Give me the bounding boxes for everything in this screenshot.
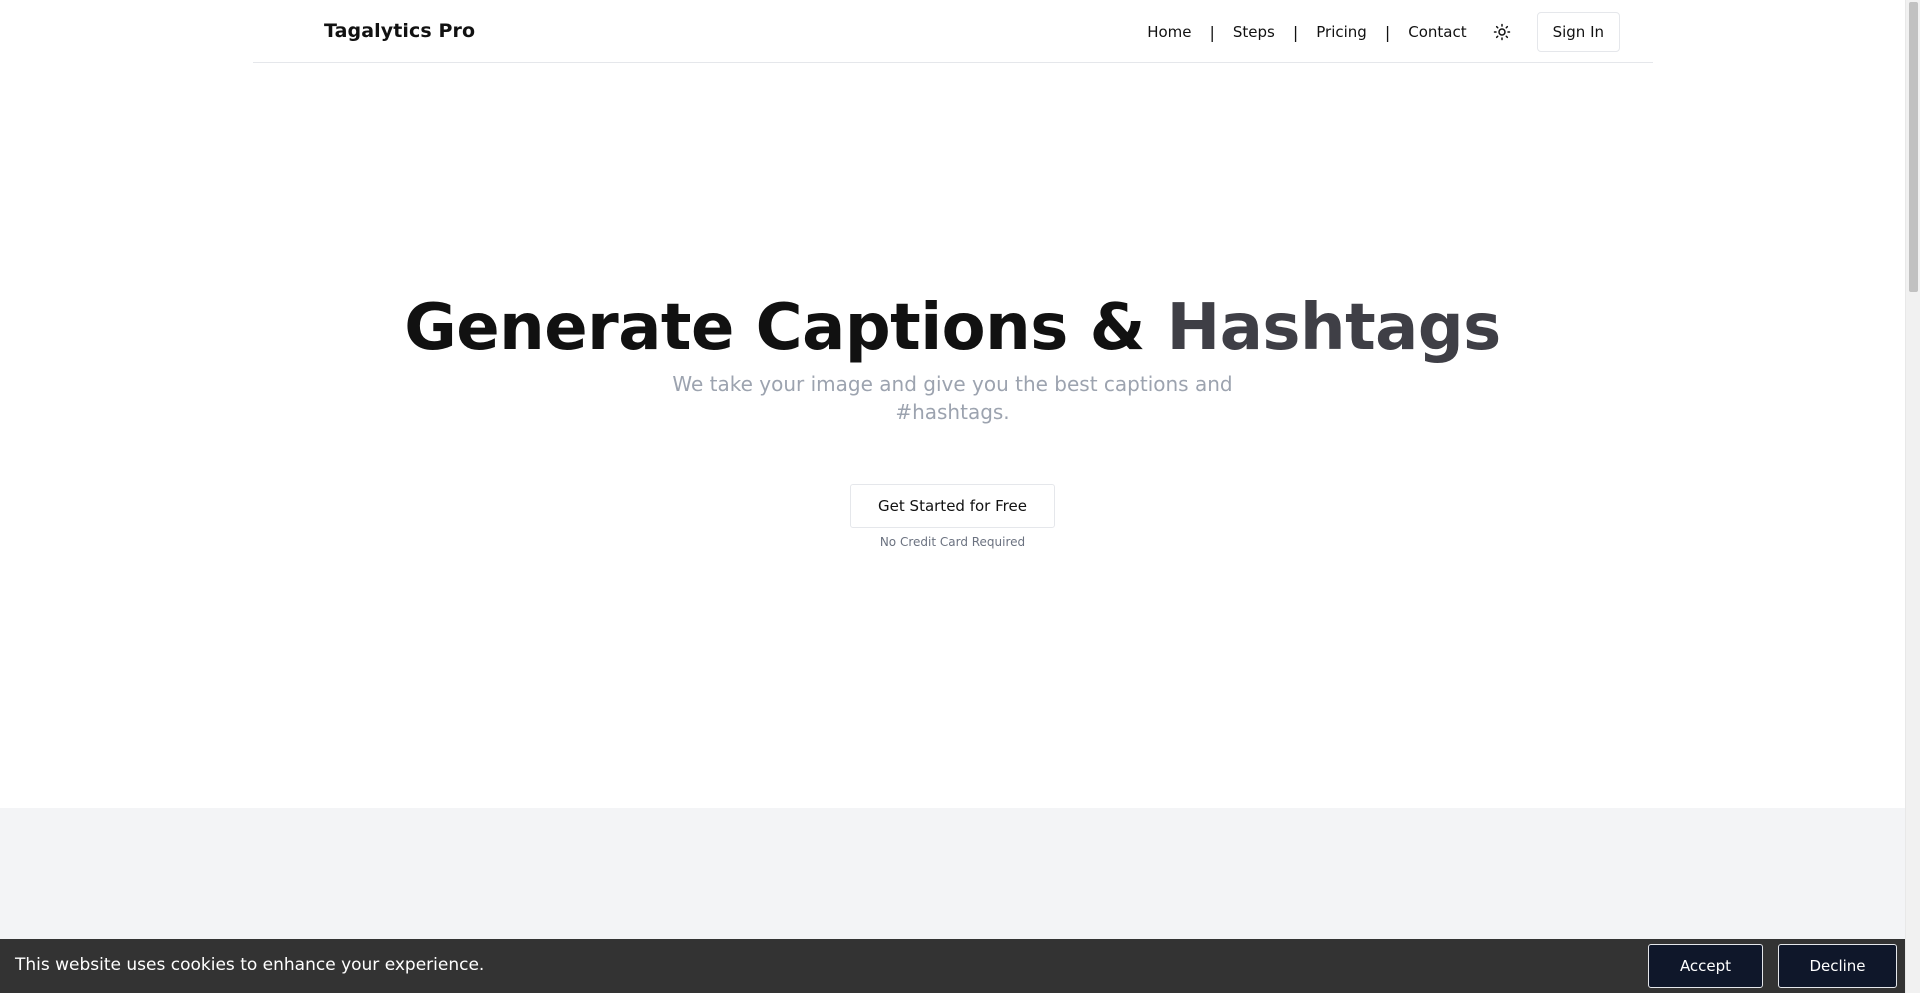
- hero-section: Generate Captions & Hashtags We take you…: [0, 64, 1905, 808]
- no-credit-card-note: No Credit Card Required: [879, 535, 1026, 549]
- sun-icon: [1493, 23, 1510, 41]
- theme-toggle-button[interactable]: [1491, 21, 1513, 43]
- nav-separator: |: [1384, 22, 1391, 42]
- nav-separator: |: [1209, 22, 1215, 42]
- cookie-accept-button[interactable]: Accept: [1648, 944, 1763, 988]
- hero-subtitle: We take your image and give you the best…: [672, 372, 1233, 424]
- nav-pricing[interactable]: Pricing: [1316, 23, 1367, 41]
- brand-logo-text[interactable]: Tagalytics Pro: [324, 20, 475, 42]
- hero-title: Generate Captions & Hashtags: [0, 288, 1905, 368]
- get-started-button[interactable]: Get Started for Free: [850, 484, 1055, 528]
- scrollbar-thumb[interactable]: [1909, 2, 1918, 292]
- cookie-banner: This website uses cookies to enhance you…: [0, 939, 1905, 993]
- site-header: Tagalytics Pro Home | Steps | Pricing | …: [253, 0, 1653, 63]
- hero-title-main: Generate Captions &: [404, 291, 1167, 365]
- sign-in-button[interactable]: Sign In: [1536, 12, 1620, 52]
- cookie-message: This website uses cookies to enhance you…: [15, 955, 485, 975]
- nav-contact[interactable]: Contact: [1408, 23, 1466, 41]
- browser-viewport: Tagalytics Pro Home | Steps | Pricing | …: [0, 0, 1920, 993]
- main-nav: Home | Steps | Pricing | Contact Sign In: [1147, 12, 1620, 52]
- cookie-decline-button[interactable]: Decline: [1778, 944, 1897, 988]
- nav-steps[interactable]: Steps: [1233, 23, 1275, 41]
- vertical-scrollbar[interactable]: [1905, 0, 1920, 993]
- nav-home[interactable]: Home: [1147, 23, 1191, 41]
- hero-title-accent: Hashtags: [1166, 291, 1502, 365]
- landing-page: Tagalytics Pro Home | Steps | Pricing | …: [0, 0, 1905, 993]
- nav-separator: |: [1292, 22, 1299, 42]
